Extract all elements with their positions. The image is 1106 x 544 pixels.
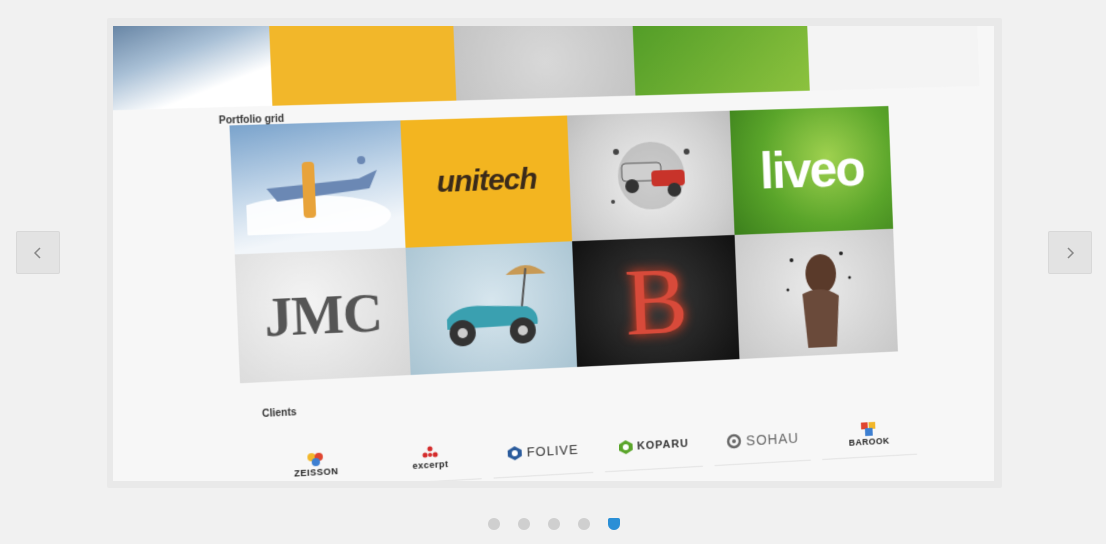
car-explosion-illustration bbox=[611, 140, 690, 211]
plane-illustration bbox=[243, 155, 392, 236]
strip-tile-yellow bbox=[268, 26, 457, 106]
tile-woman bbox=[734, 228, 898, 360]
client-sohau: SOHAU bbox=[712, 413, 811, 467]
strip-tile-white bbox=[806, 26, 980, 91]
tile-car-explosion bbox=[567, 110, 735, 242]
client-koparu: KOPARU bbox=[603, 419, 703, 473]
zeisson-logo-icon bbox=[307, 452, 324, 466]
pagination-dot-3[interactable] bbox=[548, 518, 560, 530]
pagination-dot-2[interactable] bbox=[518, 518, 530, 530]
barook-logo-icon bbox=[860, 421, 876, 436]
client-label: ZEISSON bbox=[293, 465, 339, 479]
liveo-logo: liveo bbox=[758, 140, 865, 201]
next-slide-button[interactable] bbox=[1048, 231, 1092, 274]
tile-buggy bbox=[405, 241, 578, 376]
client-zeisson: ZEISSON bbox=[263, 437, 369, 481]
client-label: FOLIVE bbox=[526, 441, 579, 460]
pagination-dot-5-active[interactable] bbox=[608, 518, 620, 530]
client-barook: BAROOK bbox=[820, 408, 918, 460]
chevron-right-icon bbox=[1067, 246, 1075, 259]
client-excerpt: excerpt bbox=[378, 431, 482, 481]
unitech-logo: unitech bbox=[435, 162, 538, 200]
pagination-dot-4[interactable] bbox=[578, 518, 590, 530]
top-strip bbox=[113, 26, 980, 112]
folive-logo-icon bbox=[507, 445, 522, 461]
tile-plane bbox=[229, 120, 406, 255]
buggy-illustration bbox=[446, 255, 546, 347]
tile-jmc: JMC bbox=[234, 247, 411, 384]
client-folive: FOLIVE bbox=[491, 425, 594, 479]
portfolio-grid: unitech liveo JMC B bbox=[229, 106, 898, 384]
slide-image: Portfolio grid unitech liveo JMC B Clien… bbox=[113, 26, 994, 481]
clients-label: Clients bbox=[261, 407, 297, 421]
tile-letter-b: B bbox=[572, 234, 740, 367]
letter-b-illustration: B bbox=[622, 246, 690, 356]
pagination-dot-1[interactable] bbox=[488, 518, 500, 530]
chevron-left-icon bbox=[33, 246, 41, 259]
slider-pagination bbox=[488, 518, 620, 530]
jmc-logo: JMC bbox=[263, 282, 383, 349]
clients-row: ZEISSON excerpt FOLIVE KOPARU SOHAU BARO… bbox=[263, 402, 918, 481]
client-label: SOHAU bbox=[745, 429, 800, 449]
strip-tile-green bbox=[631, 26, 810, 96]
slide-mockup: Portfolio grid unitech liveo JMC B Clien… bbox=[113, 26, 986, 481]
tile-unitech: unitech bbox=[400, 115, 573, 248]
woman-illustration bbox=[786, 251, 852, 349]
koparu-logo-icon bbox=[618, 439, 633, 455]
strip-tile-grey bbox=[452, 26, 636, 101]
strip-tile-plane bbox=[113, 26, 273, 112]
client-label: KOPARU bbox=[636, 437, 690, 453]
sohau-logo-icon bbox=[725, 432, 743, 449]
client-label: excerpt bbox=[412, 458, 449, 471]
client-label: BAROOK bbox=[848, 435, 890, 448]
tile-liveo: liveo bbox=[729, 106, 894, 235]
previous-slide-button[interactable] bbox=[16, 231, 60, 274]
excerpt-logo-icon bbox=[422, 445, 438, 458]
